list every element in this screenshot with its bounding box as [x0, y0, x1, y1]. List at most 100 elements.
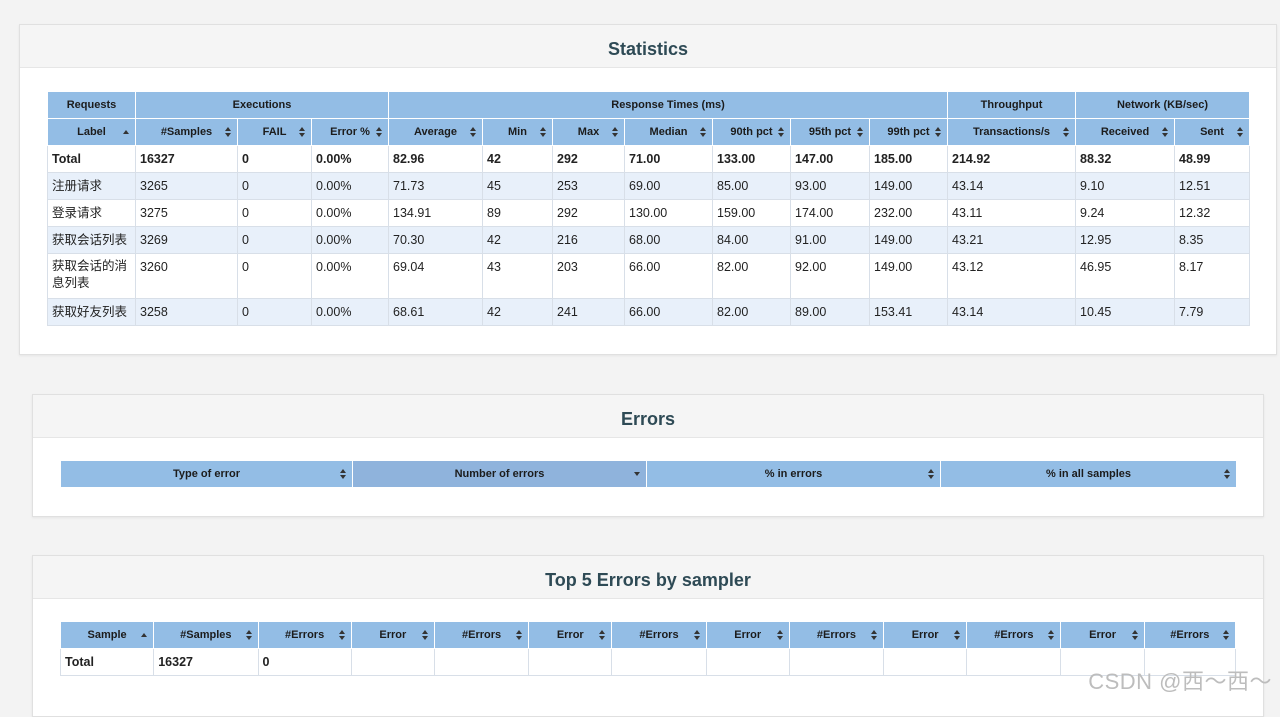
- sort-icon: [540, 127, 547, 137]
- sort-icon: [421, 630, 429, 640]
- table-row: 注册请求 3265 0 0.00% 71.73 45 253 69.00 85.…: [47, 172, 1251, 200]
- sort-icon: [1223, 630, 1230, 640]
- group-header-throughput: Throughput: [947, 91, 1077, 119]
- sort-icon: [1162, 127, 1169, 137]
- cell: 153.41: [868, 298, 949, 326]
- cell: 82.00: [712, 253, 791, 299]
- cell: 获取好友列表: [47, 298, 136, 326]
- column-header-average[interactable]: Average: [388, 118, 483, 146]
- column-header-transactions[interactable]: Transactions/s: [947, 118, 1077, 146]
- cell: 10.45: [1075, 298, 1176, 326]
- column-header-median[interactable]: Median: [624, 118, 713, 146]
- cell: 3269: [135, 226, 238, 254]
- column-header-90th-pct[interactable]: 90th pct: [712, 118, 791, 146]
- sort-icon: [928, 469, 935, 479]
- cell: 0.00%: [311, 226, 389, 254]
- cell: 70.30: [388, 226, 483, 254]
- cell: 16327: [153, 648, 259, 676]
- column-header-error[interactable]: Error: [528, 621, 613, 649]
- sort-icon: [857, 127, 864, 137]
- cell: 68.61: [388, 298, 483, 326]
- sort-icon: [1224, 469, 1231, 479]
- column-header-error-pct[interactable]: Error %: [311, 118, 389, 146]
- cell: 203: [552, 253, 625, 299]
- sort-icon: [871, 630, 878, 640]
- cell: 0: [257, 648, 352, 676]
- sort-icon: [612, 127, 619, 137]
- cell: 43.21: [947, 226, 1077, 254]
- column-header-errors[interactable]: #Errors: [611, 621, 707, 649]
- cell: 0: [237, 145, 312, 173]
- column-header-sent[interactable]: Sent: [1174, 118, 1251, 146]
- cell: 0.00%: [311, 172, 389, 200]
- column-header-errors[interactable]: #Errors: [1143, 621, 1237, 649]
- cell: [788, 648, 885, 676]
- column-header-error[interactable]: Error: [883, 621, 968, 649]
- cell: 66.00: [624, 298, 713, 326]
- column-header-number-of-errors[interactable]: Number of errors: [352, 460, 647, 488]
- cell: 0.00%: [311, 145, 389, 173]
- sort-icon: [599, 630, 606, 640]
- cell: 12.51: [1174, 172, 1251, 200]
- column-header-error[interactable]: Error: [350, 621, 435, 649]
- cell: 253: [552, 172, 625, 200]
- column-header-errors[interactable]: #Errors: [966, 621, 1062, 649]
- cell: 71.00: [624, 145, 713, 173]
- cell: 69.00: [624, 172, 713, 200]
- cell: 130.00: [624, 199, 713, 227]
- group-header-response-times: Response Times (ms): [387, 91, 949, 119]
- cell: 149.00: [868, 253, 949, 299]
- cell: 66.00: [624, 253, 713, 299]
- cell: 9.10: [1075, 172, 1176, 200]
- column-header-max[interactable]: Max: [552, 118, 625, 146]
- sort-icon: [776, 630, 784, 640]
- column-header-pct-in-errors[interactable]: % in errors: [646, 460, 941, 488]
- cell: [350, 648, 435, 676]
- cell: 0: [237, 199, 312, 227]
- cell: 134.91: [388, 199, 483, 227]
- column-header-sample[interactable]: Sample: [59, 621, 155, 649]
- sort-icon: [245, 630, 253, 640]
- cell: 12.32: [1174, 199, 1251, 227]
- table-row: 获取会话的消息列表 3260 0 0.00% 69.04 43 203 66.0…: [47, 253, 1251, 299]
- column-header-received[interactable]: Received: [1075, 118, 1176, 146]
- cell: 216: [552, 226, 625, 254]
- cell: 12.95: [1075, 226, 1176, 254]
- sort-ascending-icon: [141, 630, 148, 640]
- cell: 9.24: [1075, 199, 1176, 227]
- cell: 43.14: [947, 298, 1077, 326]
- column-header-pct-in-all-samples[interactable]: % in all samples: [940, 460, 1237, 488]
- column-header-error[interactable]: Error: [705, 621, 790, 649]
- cell: 147.00: [790, 145, 870, 173]
- column-header-errors[interactable]: #Errors: [788, 621, 885, 649]
- cell: 91.00: [790, 226, 870, 254]
- column-header-error[interactable]: Error: [1060, 621, 1145, 649]
- cell: [883, 648, 968, 676]
- sort-icon: [470, 127, 477, 137]
- sort-ascending-icon: [123, 127, 130, 137]
- cell: 0.00%: [311, 253, 389, 299]
- cell: [433, 648, 530, 676]
- cell: 89.00: [790, 298, 870, 326]
- column-header-errors[interactable]: #Errors: [433, 621, 530, 649]
- column-header-errors[interactable]: #Errors: [257, 621, 352, 649]
- sort-icon: [225, 127, 232, 137]
- cell: 3260: [135, 253, 238, 299]
- column-header-min[interactable]: Min: [482, 118, 553, 146]
- sort-icon: [376, 127, 383, 137]
- column-header-samples[interactable]: #Samples: [135, 118, 238, 146]
- cell: 43: [482, 253, 553, 299]
- watermark: CSDN @西～西～: [1088, 669, 1272, 694]
- column-header-95th-pct[interactable]: 95th pct: [790, 118, 870, 146]
- sort-icon: [516, 630, 523, 640]
- column-header-label[interactable]: Label: [47, 118, 136, 146]
- column-header-samples[interactable]: #Samples: [153, 621, 259, 649]
- column-header-type-of-error[interactable]: Type of error: [60, 460, 353, 488]
- statistics-panel: Statistics Requests Executions Response …: [19, 24, 1277, 355]
- column-header-99th-pct[interactable]: 99th pct: [868, 118, 949, 146]
- column-header-fail[interactable]: FAIL: [237, 118, 312, 146]
- cell: 获取会话列表: [47, 226, 136, 254]
- statistics-title: Statistics: [20, 25, 1276, 68]
- top5-errors-table: Sample #Samples #Errors Error #Errors Er…: [59, 621, 1237, 676]
- cell: 241: [552, 298, 625, 326]
